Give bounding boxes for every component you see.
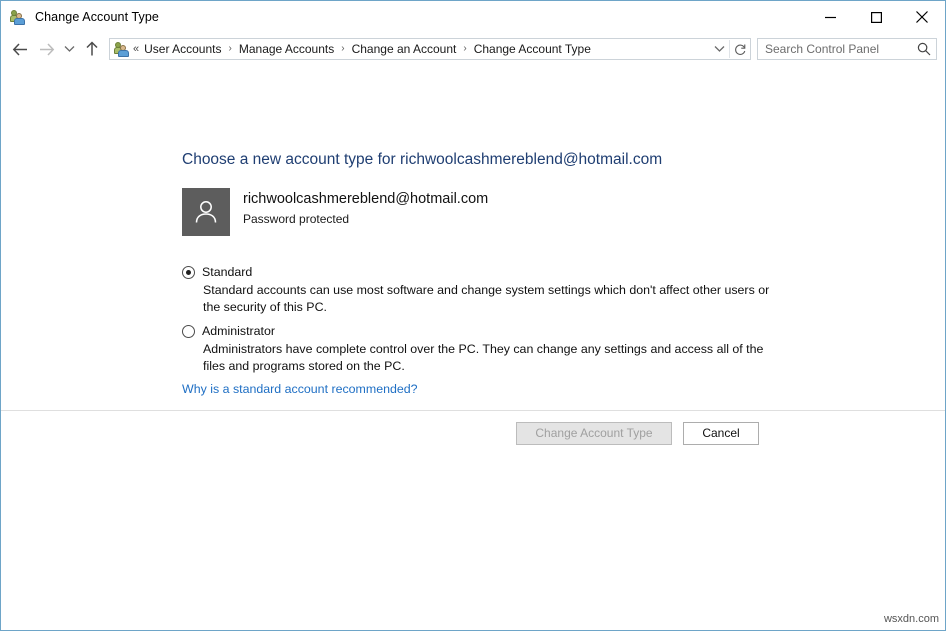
minimize-icon [825,12,836,23]
watermark: wsxdn.com [884,613,939,625]
title-bar-left: Change Account Type [1,1,807,33]
title-bar: Change Account Type [1,1,945,33]
radio-administrator[interactable] [182,325,195,338]
breadcrumb-users-icon [114,41,130,57]
close-icon [916,11,928,23]
account-status: Password protected [243,211,488,227]
option-standard-head[interactable]: Standard [182,265,782,280]
caption-buttons [807,1,945,33]
radio-standard[interactable] [182,266,195,279]
option-administrator[interactable]: Administrator Administrators have comple… [182,324,782,374]
account-summary: richwoolcashmereblend@hotmail.com Passwo… [182,188,488,236]
back-button[interactable] [7,36,33,62]
forward-button[interactable] [33,36,59,62]
why-standard-account-link[interactable]: Why is a standard account recommended? [182,382,418,396]
forward-arrow-icon [38,42,55,57]
chevron-down-icon [714,45,725,53]
option-standard[interactable]: Standard Standard accounts can use most … [182,265,782,315]
address-bar[interactable]: « User Accounts › Manage Accounts › Chan… [109,38,751,60]
option-standard-description: Standard accounts can use most software … [203,282,782,315]
recent-locations-button[interactable] [59,36,79,62]
breadcrumb-separator[interactable]: › [224,44,237,54]
breadcrumb: User Accounts › Manage Accounts › Change… [142,42,709,56]
address-dropdown-button[interactable] [709,39,729,59]
account-name: richwoolcashmereblend@hotmail.com [243,190,488,209]
breadcrumb-separator[interactable]: › [336,44,349,54]
option-standard-label[interactable]: Standard [202,265,252,280]
breadcrumb-separator[interactable]: › [458,44,471,54]
chevron-down-icon [64,45,75,53]
search-input[interactable]: Search Control Panel [758,42,912,56]
breadcrumb-overflow[interactable]: « [133,43,139,55]
page-title: Choose a new account type for richwoolca… [182,151,662,169]
refresh-button[interactable] [730,39,750,59]
search-icon[interactable] [912,42,936,56]
users-icon [10,9,27,26]
option-administrator-head[interactable]: Administrator [182,324,782,339]
refresh-icon [734,43,747,56]
option-administrator-label[interactable]: Administrator [202,324,275,339]
back-arrow-icon [12,42,29,57]
minimize-button[interactable] [807,1,853,33]
maximize-icon [871,12,882,23]
user-avatar-icon [191,197,221,227]
up-button[interactable] [79,36,105,62]
breadcrumb-item-manage-accounts[interactable]: Manage Accounts [237,42,336,56]
change-account-type-button[interactable]: Change Account Type [516,422,672,445]
breadcrumb-item-change-an-account[interactable]: Change an Account [350,42,459,56]
account-type-options: Standard Standard accounts can use most … [182,265,782,383]
content-area: Choose a new account type for richwoolca… [1,65,945,630]
breadcrumb-item-user-accounts[interactable]: User Accounts [142,42,223,56]
window-title: Change Account Type [35,10,159,24]
avatar [182,188,230,236]
change-account-type-window: Change Account Type [0,0,946,631]
navigation-bar: « User Accounts › Manage Accounts › Chan… [1,33,945,65]
account-text: richwoolcashmereblend@hotmail.com Passwo… [243,188,488,227]
breadcrumb-item-change-account-type[interactable]: Change Account Type [472,42,593,56]
search-box[interactable]: Search Control Panel [757,38,937,60]
footer-button-bar: Change Account Type Cancel [1,411,945,455]
cancel-button[interactable]: Cancel [683,422,759,445]
maximize-button[interactable] [853,1,899,33]
close-button[interactable] [899,1,945,33]
magnifier-icon [917,42,931,56]
option-administrator-description: Administrators have complete control ove… [203,341,782,374]
up-arrow-icon [85,41,99,57]
